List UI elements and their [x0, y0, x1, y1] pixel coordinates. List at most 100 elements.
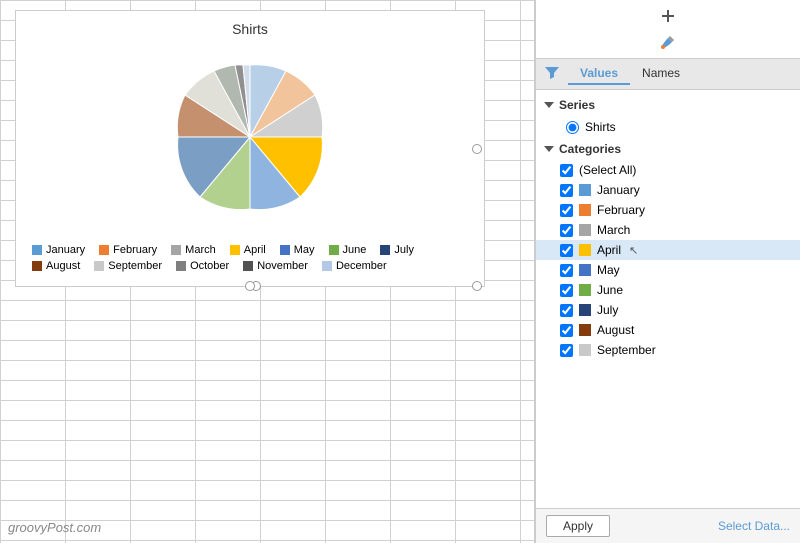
filter-content[interactable]: Series Shirts Categories (Select All) — [536, 90, 800, 508]
tab-values[interactable]: Values — [568, 63, 630, 85]
filter-label-february: February — [597, 203, 645, 217]
filter-panel: Values Names Series Shirts Categories — [536, 59, 800, 543]
chart-legend: January February March April May — [26, 240, 474, 276]
legend-label-november: November — [257, 260, 308, 272]
brush-icon — [660, 34, 676, 50]
swatch-february — [579, 204, 591, 216]
bottom-bar: Apply Select Data... — [536, 508, 800, 543]
legend-item-march: March — [171, 244, 216, 256]
legend-item-may: May — [280, 244, 315, 256]
filter-item-september[interactable]: September — [536, 340, 800, 360]
categories-label: Categories — [559, 142, 621, 156]
resize-handle-bm[interactable] — [245, 281, 255, 291]
plus-icon — [660, 8, 676, 24]
checkbox-may[interactable] — [560, 264, 573, 277]
categories-section-header[interactable]: Categories — [536, 138, 800, 160]
legend-label-december: December — [336, 260, 387, 272]
legend-item-september: September — [94, 260, 162, 272]
filter-item-august[interactable]: August — [536, 320, 800, 340]
filter-label-september: September — [597, 343, 656, 357]
filter-item-january[interactable]: January — [536, 180, 800, 200]
legend-label-march: March — [185, 244, 216, 256]
series-section-header[interactable]: Series — [536, 94, 800, 116]
legend-color-november — [243, 261, 253, 271]
cursor-indicator: ↖ — [629, 244, 638, 257]
tab-names[interactable]: Names — [630, 63, 692, 85]
swatch-march — [579, 224, 591, 236]
legend-label-june: June — [343, 244, 367, 256]
watermark: groovyPost.com — [8, 520, 101, 535]
legend-item-november: November — [243, 260, 308, 272]
filter-item-july[interactable]: July — [536, 300, 800, 320]
swatch-may — [579, 264, 591, 276]
filter-item-may[interactable]: May — [536, 260, 800, 280]
checkbox-march[interactable] — [560, 224, 573, 237]
checkbox-february[interactable] — [560, 204, 573, 217]
legend-color-october — [176, 261, 186, 271]
series-item-shirts[interactable]: Shirts — [536, 116, 800, 138]
style-button[interactable] — [652, 29, 684, 55]
legend-color-february — [99, 245, 109, 255]
chart-container[interactable]: Shirts — [15, 10, 485, 287]
series-label: Series — [559, 98, 595, 112]
series-radio-shirts[interactable] — [566, 121, 579, 134]
filter-label-august: August — [597, 323, 634, 337]
legend-label-april: April — [244, 244, 266, 256]
swatch-august — [579, 324, 591, 336]
checkbox-july[interactable] — [560, 304, 573, 317]
resize-handle-br[interactable] — [472, 281, 482, 291]
legend-item-august: August — [32, 260, 80, 272]
legend-label-september: September — [108, 260, 162, 272]
filter-label-may: May — [597, 263, 620, 277]
legend-item-june: June — [329, 244, 367, 256]
checkbox-april[interactable] — [560, 244, 573, 257]
legend-item-october: October — [176, 260, 229, 272]
checkbox-august[interactable] — [560, 324, 573, 337]
checkbox-selectall[interactable] — [560, 164, 573, 177]
swatch-april — [579, 244, 591, 256]
legend-color-september — [94, 261, 104, 271]
legend-label-may: May — [294, 244, 315, 256]
add-button[interactable] — [652, 3, 684, 29]
pie-chart — [26, 45, 474, 230]
filter-label-march: March — [597, 223, 630, 237]
legend-item-february: February — [99, 244, 157, 256]
swatch-september — [579, 344, 591, 356]
filter-item-selectall[interactable]: (Select All) — [536, 160, 800, 180]
right-panel: Values Names Series Shirts Categories — [535, 0, 800, 543]
chart-title: Shirts — [26, 21, 474, 37]
select-data-link[interactable]: Select Data... — [718, 519, 790, 533]
legend-item-december: December — [322, 260, 387, 272]
resize-handle-mr[interactable] — [472, 144, 482, 154]
checkbox-june[interactable] — [560, 284, 573, 297]
filter-icon — [544, 65, 560, 84]
legend-label-october: October — [190, 260, 229, 272]
left-panel: Shirts — [0, 0, 535, 543]
legend-item-january: January — [32, 244, 85, 256]
legend-color-january — [32, 245, 42, 255]
legend-color-may — [280, 245, 290, 255]
legend-color-august — [32, 261, 42, 271]
filter-tabs: Values Names — [568, 63, 692, 85]
collapse-triangle-series — [544, 102, 554, 108]
collapse-triangle-categories — [544, 146, 554, 152]
filter-label-january: January — [597, 183, 640, 197]
swatch-july — [579, 304, 591, 316]
filter-label-selectall: (Select All) — [579, 163, 636, 177]
filter-item-april[interactable]: April ↖ — [536, 240, 800, 260]
legend-item-july: July — [380, 244, 414, 256]
filter-label-july: July — [597, 303, 618, 317]
filter-item-march[interactable]: March — [536, 220, 800, 240]
filter-label-june: June — [597, 283, 623, 297]
legend-color-april — [230, 245, 240, 255]
swatch-june — [579, 284, 591, 296]
apply-button[interactable]: Apply — [546, 515, 610, 537]
checkbox-january[interactable] — [560, 184, 573, 197]
legend-item-april: April — [230, 244, 266, 256]
filter-item-june[interactable]: June — [536, 280, 800, 300]
legend-label-january: January — [46, 244, 85, 256]
legend-label-august: August — [46, 260, 80, 272]
filter-item-february[interactable]: February — [536, 200, 800, 220]
checkbox-september[interactable] — [560, 344, 573, 357]
filter-header: Values Names — [536, 59, 800, 90]
